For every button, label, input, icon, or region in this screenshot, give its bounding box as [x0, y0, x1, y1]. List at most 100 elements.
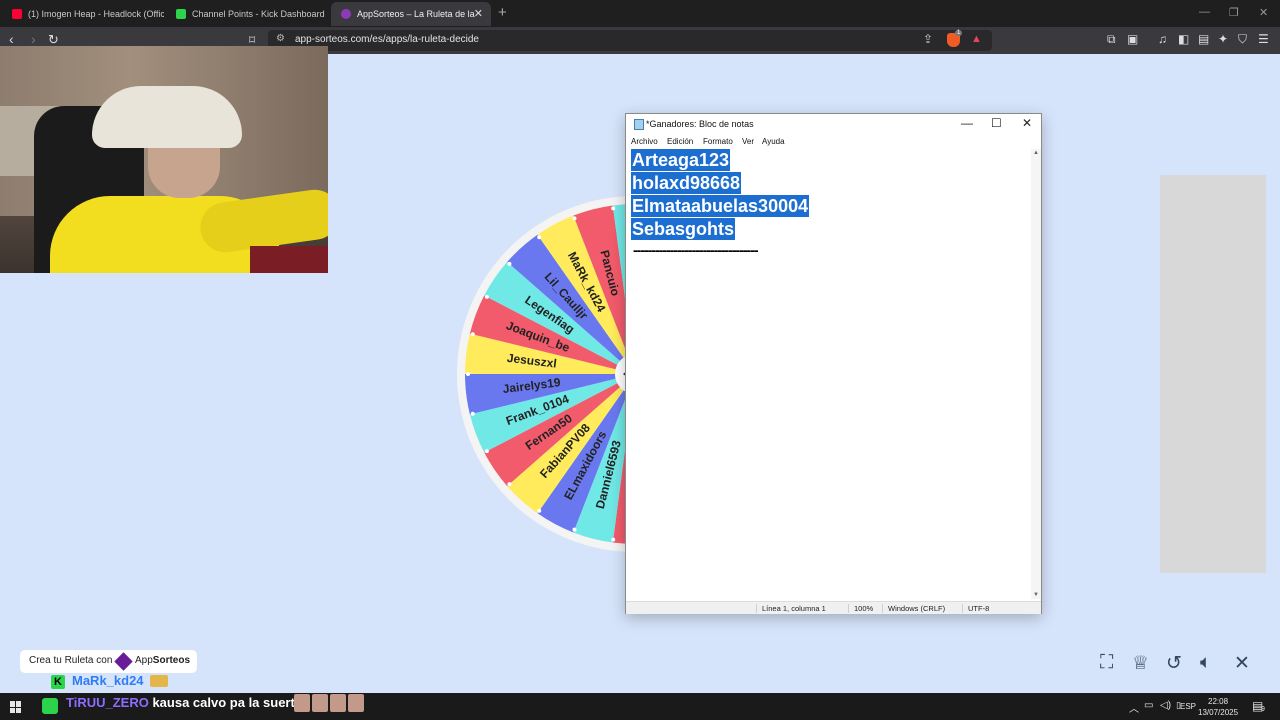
subscriber-badge-icon	[150, 675, 168, 687]
reset-icon[interactable]: ↺	[1166, 652, 1182, 675]
zoom-level: 100%	[848, 604, 873, 613]
banner-label: Crea tu Ruleta con	[29, 655, 113, 666]
wheel-peg	[466, 372, 470, 376]
tab-youtube[interactable]: (1) Imogen Heap - Headlock (Official	[2, 2, 164, 26]
menu-ver[interactable]: Ver	[742, 137, 754, 146]
side-panel	[1160, 175, 1266, 573]
roulette-wheel[interactable]: CarlosTrevinoDannielcitooDanniel6593ELma…	[457, 191, 637, 557]
fullscreen-icon[interactable]: ⛶	[1100, 652, 1113, 674]
scroll-down-icon[interactable]: ▼	[1033, 592, 1039, 598]
url-text: app-sorteos.com/es/apps/la-ruleta-decide	[295, 34, 479, 45]
windows-taskbar: TiRUU_ZERO kausa calvo pa la suerte ︿ ▭ …	[0, 693, 1280, 720]
chat-text: kausa calvo pa la suerte	[152, 695, 303, 710]
emote-icon	[330, 694, 346, 712]
tab-label: Channel Points - Kick Dashboard	[192, 9, 325, 19]
tab-kick-dashboard[interactable]: Channel Points - Kick Dashboard	[166, 2, 328, 26]
bookmark-icon[interactable]: ⌑	[249, 33, 255, 47]
wheel-peg	[537, 508, 542, 513]
volume-icon[interactable]: 🔈︎	[1200, 652, 1211, 674]
separator-line: ----------------------------------	[633, 242, 759, 258]
encoding: UTF-8	[962, 604, 989, 613]
cursor-position: Línea 1, columna 1	[756, 604, 826, 613]
input-language[interactable]: ESP	[1180, 702, 1196, 711]
appsorteos-icon	[341, 9, 351, 19]
emote-icon	[348, 694, 364, 712]
tab-label: AppSorteos – La Ruleta de la Sue	[357, 9, 477, 19]
close-window-button[interactable]: ✕	[1259, 6, 1268, 19]
notepad-icon	[634, 119, 644, 130]
network-icon[interactable]: ▭	[1144, 700, 1153, 711]
minimize-window-button[interactable]: —	[1199, 6, 1210, 18]
back-icon[interactable]: ‹	[9, 31, 14, 47]
tab-label: (1) Imogen Heap - Headlock (Official	[28, 9, 164, 19]
site-info-icon[interactable]: ⚙	[276, 33, 285, 44]
notepad-window: *Ganadores: Bloc de notas — ☐ ✕ Archivo …	[625, 113, 1042, 614]
winner-line: Sebasgohts	[631, 218, 736, 240]
tab-bar: (1) Imogen Heap - Headlock (Official Cha…	[0, 0, 1280, 27]
close-button[interactable]: ✕	[1022, 116, 1032, 130]
wheel-peg	[537, 235, 542, 240]
maximize-button[interactable]: ☐	[991, 116, 1002, 130]
brand-name: AppSorteos	[135, 655, 191, 666]
menu-edicion[interactable]: Edición	[667, 137, 693, 146]
shields-count-badge: 1	[955, 30, 963, 36]
minimize-button[interactable]: —	[961, 116, 973, 130]
emote-icon	[294, 694, 310, 712]
leo-ai-icon[interactable]: ✦	[1218, 32, 1228, 46]
wheel-segments: CarlosTrevinoDannielcitooDanniel6593ELma…	[457, 196, 637, 552]
trophy-icon[interactable]: ♕	[1132, 652, 1149, 675]
clock[interactable]: 22:08 13/07/2025	[1198, 696, 1238, 718]
media-icon[interactable]: ♫	[1158, 32, 1167, 46]
youtube-icon	[12, 9, 22, 19]
windows-start-icon[interactable]	[10, 701, 22, 713]
line-ending: Windows (CRLF)	[882, 604, 945, 613]
forward-icon[interactable]: ›	[31, 31, 36, 47]
new-tab-button[interactable]: +	[498, 4, 507, 21]
wheel-peg	[484, 449, 489, 454]
screenshot-icon[interactable]: ▣	[1127, 32, 1138, 46]
wheel-peg	[507, 482, 512, 487]
create-wheel-banner[interactable]: Crea tu Ruleta con AppSorteos	[20, 650, 197, 673]
vpn-icon[interactable]: ⛉	[1238, 32, 1247, 47]
wallet-icon[interactable]: ▤	[1198, 32, 1209, 46]
menu-archivo[interactable]: Archivo	[631, 137, 658, 146]
menu-formato[interactable]: Formato	[703, 137, 733, 146]
speaker-icon[interactable]: ◁)	[1160, 700, 1171, 711]
close-icon[interactable]: ✕	[1234, 652, 1250, 675]
date: 13/07/2025	[1198, 708, 1239, 717]
share-icon[interactable]: ⇪	[923, 32, 933, 46]
kick-app-icon[interactable]	[42, 698, 58, 714]
wheel-peg	[572, 216, 577, 221]
emote-icon	[312, 694, 328, 712]
scroll-up-icon[interactable]: ▲	[1033, 150, 1039, 156]
extensions-icon[interactable]: ⧉	[1107, 32, 1116, 47]
wheel-peg	[611, 537, 616, 542]
chat-user: TiRUU_ZERO	[66, 695, 149, 710]
chat-username: MaRk_kd24	[72, 673, 144, 688]
wheel-peg	[507, 261, 512, 266]
wheel-peg	[572, 527, 577, 532]
notepad-text-area[interactable]: Arteaga123 holaxd98668 Elmataabuelas3000…	[631, 149, 1031, 599]
notepad-title: *Ganadores: Bloc de notas	[646, 119, 754, 129]
kick-icon: K	[51, 675, 65, 689]
close-tab-icon[interactable]: ✕	[474, 7, 483, 20]
vertical-scrollbar[interactable]: ▲ ▼	[1031, 149, 1041, 599]
winner-line: holaxd98668	[631, 172, 742, 194]
wheel-peg	[484, 294, 489, 299]
tab-appsorteos[interactable]: AppSorteos – La Ruleta de la Sue ✕	[331, 2, 491, 26]
url-bar[interactable]: ⚙ app-sorteos.com/es/apps/la-ruleta-deci…	[268, 30, 992, 51]
tray-chevron-icon[interactable]: ︿	[1129, 700, 1139, 715]
appsorteos-logo-icon	[114, 652, 133, 671]
menu-icon[interactable]: ☰	[1258, 32, 1269, 46]
wheel-peg	[611, 206, 616, 211]
notepad-titlebar[interactable]: *Ganadores: Bloc de notas — ☐ ✕	[626, 114, 1041, 136]
desk	[250, 246, 328, 273]
restore-window-button[interactable]: ❐	[1229, 6, 1239, 19]
menu-ayuda[interactable]: Ayuda	[762, 137, 785, 146]
webcam-overlay	[0, 46, 328, 273]
time: 22:08	[1208, 697, 1229, 706]
winner-line: Elmataabuelas30004	[631, 195, 810, 217]
notepad-statusbar: Línea 1, columna 1 100% Windows (CRLF) U…	[626, 601, 1041, 614]
sidebar-icon[interactable]: ◧	[1178, 32, 1189, 46]
brave-rewards-icon[interactable]: ▲	[971, 33, 982, 45]
